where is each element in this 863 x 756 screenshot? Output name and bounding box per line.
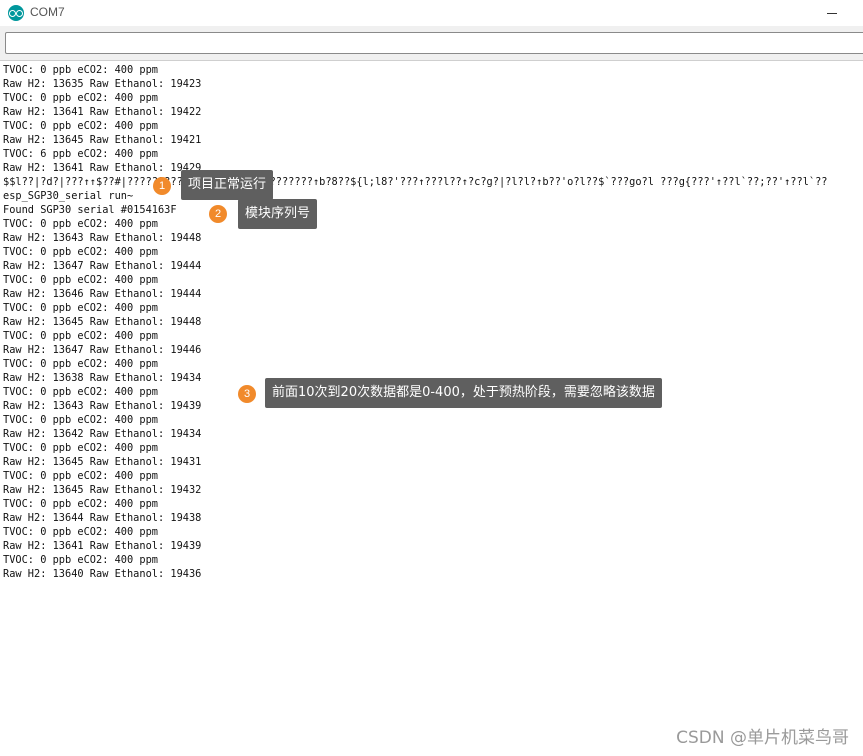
annotation-badge: 3 bbox=[238, 385, 256, 403]
console-line: TVOC: 0 ppb eCO2: 400 ppm bbox=[3, 442, 158, 454]
console-line: TVOC: 0 ppb eCO2: 400 ppm bbox=[3, 554, 158, 566]
console-line: Raw H2: 13646 Raw Ethanol: 19444 bbox=[3, 288, 202, 300]
console-line: Raw H2: 13641 Raw Ethanol: 19422 bbox=[3, 106, 202, 118]
arduino-icon bbox=[8, 5, 24, 21]
title-bar: COM7 bbox=[0, 0, 863, 26]
console-line: Raw H2: 13640 Raw Ethanol: 19436 bbox=[3, 568, 202, 580]
console-line: Raw H2: 13645 Raw Ethanol: 19421 bbox=[3, 134, 202, 146]
console-line: TVOC: 0 ppb eCO2: 400 ppm bbox=[3, 246, 158, 258]
annotation-badge: 1 bbox=[153, 177, 171, 195]
console-line: Raw H2: 13635 Raw Ethanol: 19423 bbox=[3, 78, 202, 90]
console-line: TVOC: 6 ppb eCO2: 400 ppm bbox=[3, 148, 158, 160]
annotation-label: 前面10次到20次数据都是0-400，处于预热阶段，需要忽略该数据 bbox=[265, 378, 662, 408]
csdn-watermark: CSDN @单片机菜鸟哥 bbox=[676, 728, 849, 748]
console-line: Raw H2: 13643 Raw Ethanol: 19448 bbox=[3, 232, 202, 244]
console-line: TVOC: 0 ppb eCO2: 400 ppm bbox=[3, 358, 158, 370]
console-line: Raw H2: 13647 Raw Ethanol: 19444 bbox=[3, 260, 202, 272]
console-line: TVOC: 0 ppb eCO2: 400 ppm bbox=[3, 386, 158, 398]
console-line: TVOC: 0 ppb eCO2: 400 ppm bbox=[3, 414, 158, 426]
annotation-label: 模块序列号 bbox=[238, 199, 318, 229]
console-line: Raw H2: 13645 Raw Ethanol: 19432 bbox=[3, 484, 202, 496]
console-line: TVOC: 0 ppb eCO2: 400 ppm bbox=[3, 218, 158, 230]
annotation-label: 项目正常运行 bbox=[181, 170, 274, 200]
serial-output-console[interactable]: TVOC: 0 ppb eCO2: 400 ppm Raw H2: 13635 R… bbox=[0, 61, 863, 756]
console-line: TVOC: 0 ppb eCO2: 400 ppm bbox=[3, 526, 158, 538]
annotation-badge: 2 bbox=[209, 205, 227, 223]
console-line: Raw H2: 13647 Raw Ethanol: 19446 bbox=[3, 344, 202, 356]
console-line: Found SGP30 serial #0154163F bbox=[3, 204, 177, 216]
console-line: TVOC: 0 ppb eCO2: 400 ppm bbox=[3, 120, 158, 132]
console-line: Raw H2: 13641 Raw Ethanol: 19439 bbox=[3, 540, 202, 552]
console-line: Raw H2: 13645 Raw Ethanol: 19448 bbox=[3, 316, 202, 328]
console-line: Raw H2: 13642 Raw Ethanol: 19434 bbox=[3, 428, 202, 440]
console-line: Raw H2: 13643 Raw Ethanol: 19439 bbox=[3, 400, 202, 412]
console-line: Raw H2: 13638 Raw Ethanol: 19434 bbox=[3, 372, 202, 384]
serial-send-input[interactable] bbox=[5, 32, 863, 54]
console-line: $$l??|?d?|???↑↑$??#|????????????????????… bbox=[3, 176, 828, 188]
console-line: TVOC: 0 ppb eCO2: 400 ppm bbox=[3, 64, 158, 76]
console-line: TVOC: 0 ppb eCO2: 400 ppm bbox=[3, 274, 158, 286]
send-toolbar bbox=[0, 26, 863, 61]
console-line: TVOC: 0 ppb eCO2: 400 ppm bbox=[3, 330, 158, 342]
console-line: Raw H2: 13644 Raw Ethanol: 19438 bbox=[3, 512, 202, 524]
console-line: TVOC: 0 ppb eCO2: 400 ppm bbox=[3, 470, 158, 482]
console-line: TVOC: 0 ppb eCO2: 400 ppm bbox=[3, 92, 158, 104]
console-line: esp_SGP30_serial run~ bbox=[3, 190, 134, 202]
minimize-button[interactable] bbox=[823, 4, 841, 22]
console-line: TVOC: 0 ppb eCO2: 400 ppm bbox=[3, 498, 158, 510]
window-title: COM7 bbox=[30, 5, 65, 19]
console-line: Raw H2: 13645 Raw Ethanol: 19431 bbox=[3, 456, 202, 468]
console-line: Raw H2: 13641 Raw Ethanol: 19429 bbox=[3, 162, 202, 174]
console-line: TVOC: 0 ppb eCO2: 400 ppm bbox=[3, 302, 158, 314]
